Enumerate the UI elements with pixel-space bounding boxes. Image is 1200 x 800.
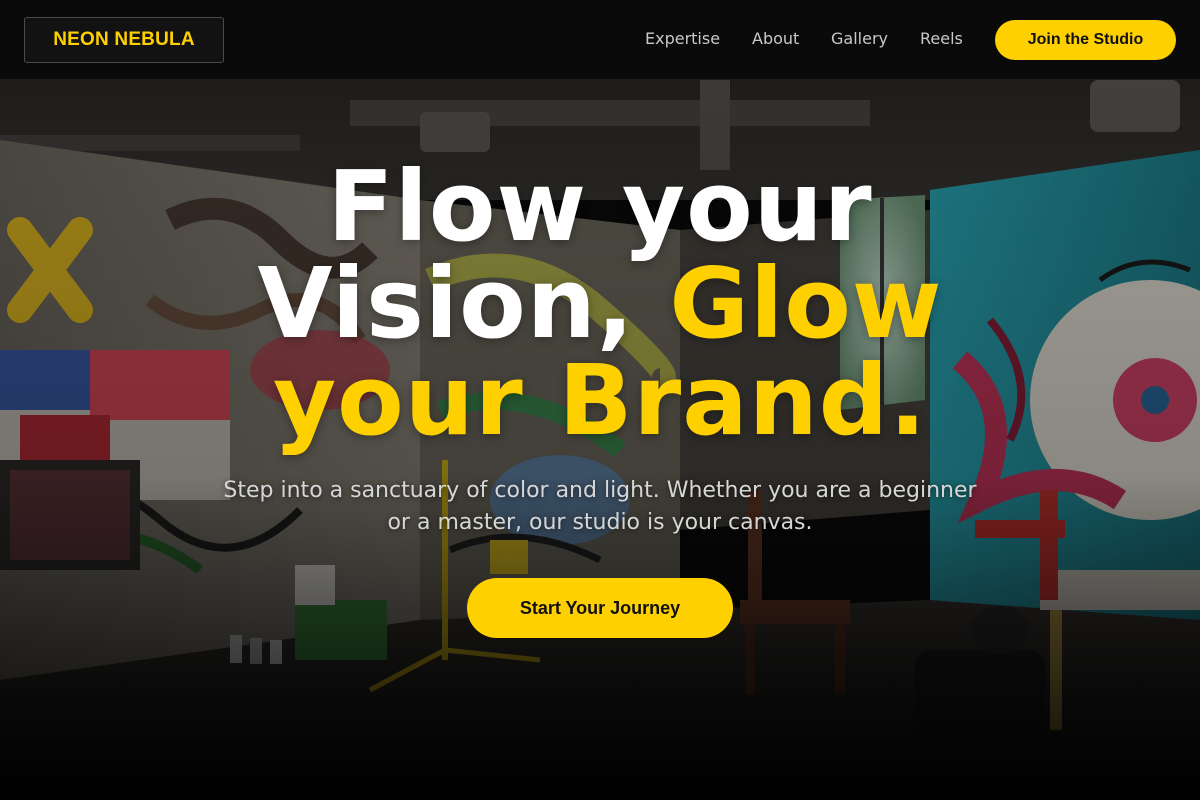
nav-item-about[interactable]: About <box>752 29 799 49</box>
headline-line-2: Vision, Glow <box>0 255 1200 352</box>
nav-item-expertise[interactable]: Expertise <box>645 29 720 49</box>
hero-subtext-line-1: Step into a sanctuary of color and light… <box>223 478 977 503</box>
headline-line-1: Flow your <box>327 150 873 263</box>
site-header: NEON NEBULA Expertise About Gallery Reel… <box>0 0 1200 80</box>
join-studio-button[interactable]: Join the Studio <box>995 20 1176 60</box>
brand-logo[interactable]: NEON NEBULA <box>24 17 224 63</box>
hero-section: Flow your Vision, Glow your Brand. Step … <box>0 80 1200 800</box>
hero-subtext-line-2: or a master, our studio is your canvas. <box>387 510 813 535</box>
hero-subtext: Step into a sanctuary of color and light… <box>150 475 1050 539</box>
start-journey-button[interactable]: Start Your Journey <box>467 578 733 638</box>
headline-line-3: your Brand. <box>272 344 928 457</box>
nav-item-reels[interactable]: Reels <box>920 29 963 49</box>
hero-headline: Flow your Vision, Glow your Brand. <box>0 158 1200 449</box>
nav-item-gallery[interactable]: Gallery <box>831 29 888 49</box>
